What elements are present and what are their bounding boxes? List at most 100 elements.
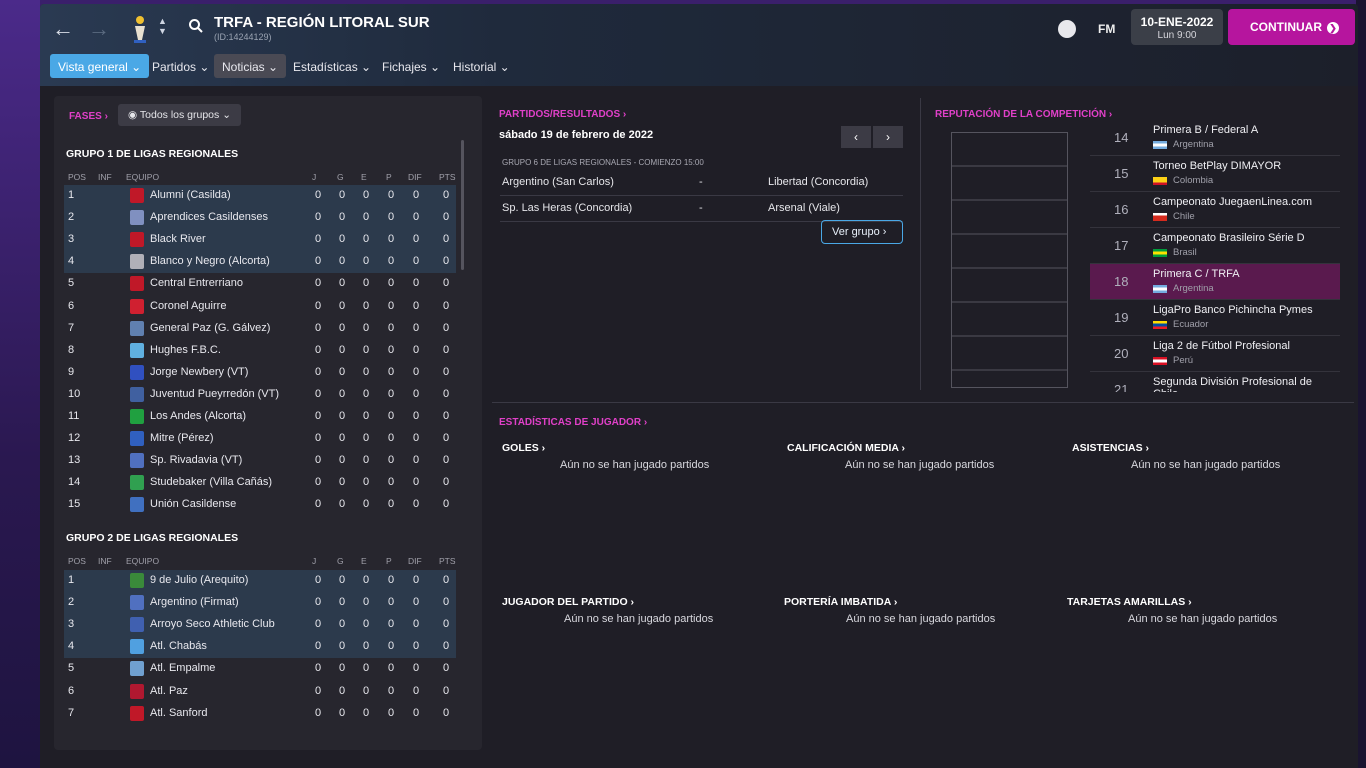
- column-header-e[interactable]: E: [361, 172, 367, 182]
- column-header-p[interactable]: P: [386, 556, 392, 566]
- team-name[interactable]: Central Entrerriano: [150, 277, 243, 289]
- team-name[interactable]: Coronel Aguirre: [150, 300, 226, 312]
- column-header-g[interactable]: G: [337, 556, 344, 566]
- competition-name[interactable]: Primera B / Federal A: [1153, 124, 1258, 136]
- tab-partidos[interactable]: Partidos ⌄: [144, 54, 217, 78]
- reputation-row[interactable]: 16 Campeonato JuegaenLinea.com Chile: [1090, 192, 1340, 228]
- column-header-pts[interactable]: PTS: [439, 556, 456, 566]
- team-name[interactable]: Aprendices Casildenses: [150, 211, 268, 223]
- prev-date-button[interactable]: ‹: [841, 126, 871, 148]
- table-row[interactable]: 4 Atl. Chabás 0 0 0 0 0 0: [64, 636, 456, 659]
- reputation-row[interactable]: 15 Torneo BetPlay DIMAYOR Colombia: [1090, 156, 1340, 192]
- stat-category-link[interactable]: TARJETAS AMARILLAS ›: [1067, 596, 1267, 608]
- tab-historial[interactable]: Historial ⌄: [445, 54, 518, 78]
- fases-link[interactable]: FASES ›: [69, 111, 108, 122]
- continue-button[interactable]: CONTINUAR ❯: [1228, 9, 1355, 45]
- fm-menu-button[interactable]: FM: [1098, 22, 1115, 36]
- tab-noticias[interactable]: Noticias ⌄: [214, 54, 287, 78]
- tab-estadisticas[interactable]: Estadísticas ⌄: [285, 54, 379, 78]
- team-name[interactable]: Hughes F.B.C.: [150, 344, 221, 356]
- column-header-dif[interactable]: DIF: [408, 172, 422, 182]
- column-header-pts[interactable]: PTS: [439, 172, 456, 182]
- tab-fichajes[interactable]: Fichajes ⌄: [374, 54, 448, 78]
- column-header-inf[interactable]: INF: [98, 172, 112, 182]
- column-header-e[interactable]: E: [361, 556, 367, 566]
- table-row[interactable]: 15 Unión Casildense 0 0 0 0 0 0: [64, 494, 456, 516]
- forward-icon[interactable]: →: [88, 16, 110, 42]
- competition-name[interactable]: Campeonato JuegaenLinea.com: [1153, 196, 1312, 208]
- competition-name[interactable]: Torneo BetPlay DIMAYOR: [1153, 160, 1281, 172]
- date-display[interactable]: 10-ENE-2022 Lun 9:00: [1131, 9, 1223, 45]
- table-row[interactable]: 3 Arroyo Seco Athletic Club 0 0 0 0 0 0: [64, 614, 456, 637]
- reputation-row[interactable]: 20 Liga 2 de Fútbol Profesional Perú: [1090, 336, 1340, 372]
- scrollbar[interactable]: [461, 140, 464, 270]
- home-team[interactable]: Argentino (San Carlos): [502, 176, 614, 188]
- team-name[interactable]: Alumni (Casilda): [150, 189, 231, 201]
- table-row[interactable]: 12 Mitre (Pérez) 0 0 0 0 0 0: [64, 428, 456, 450]
- table-row[interactable]: 5 Atl. Empalme 0 0 0 0 0 0: [64, 658, 456, 680]
- table-row[interactable]: 8 Hughes F.B.C. 0 0 0 0 0 0: [64, 340, 456, 362]
- match-row[interactable]: Argentino (San Carlos) - Libertad (Concord…: [500, 172, 903, 196]
- table-row[interactable]: 2 Aprendices Casildenses 0 0 0 0 0 0: [64, 207, 456, 230]
- team-name[interactable]: 9 de Julio (Arequito): [150, 574, 248, 586]
- table-row[interactable]: 11 Los Andes (Alcorta) 0 0 0 0 0 0: [64, 406, 456, 428]
- away-team[interactable]: Arsenal (Viale): [768, 202, 840, 214]
- column-header-dif[interactable]: DIF: [408, 556, 422, 566]
- column-header-p[interactable]: P: [386, 172, 392, 182]
- switch-competition-icon[interactable]: ▲ ▼: [158, 16, 167, 36]
- column-header-pos[interactable]: POS: [68, 556, 86, 566]
- column-header-team[interactable]: EQUIPO: [126, 172, 159, 182]
- home-team[interactable]: Sp. Las Heras (Concordia): [502, 202, 632, 214]
- match-row[interactable]: Sp. Las Heras (Concordia) - Arsenal (Viale…: [500, 198, 903, 222]
- team-name[interactable]: Studebaker (Villa Cañás): [150, 476, 272, 488]
- table-row[interactable]: 13 Sp. Rivadavia (VT) 0 0 0 0 0 0: [64, 450, 456, 472]
- table-row[interactable]: 2 Argentino (Firmat) 0 0 0 0 0 0: [64, 592, 456, 615]
- team-name[interactable]: Arroyo Seco Athletic Club: [150, 618, 275, 630]
- competition-name[interactable]: Campeonato Brasileiro Série D: [1153, 232, 1305, 244]
- table-row[interactable]: 7 Atl. Sanford 0 0 0 0 0 0: [64, 703, 456, 725]
- column-header-g[interactable]: G: [337, 172, 344, 182]
- column-header-team[interactable]: EQUIPO: [126, 556, 159, 566]
- reputation-row[interactable]: 21 Segunda División Profesional de Chile: [1090, 372, 1340, 392]
- table-row[interactable]: 9 Jorge Newbery (VT) 0 0 0 0 0 0: [64, 362, 456, 384]
- table-row[interactable]: 3 Black River 0 0 0 0 0 0: [64, 229, 456, 252]
- team-name[interactable]: Black River: [150, 233, 206, 245]
- table-row[interactable]: 4 Blanco y Negro (Alcorta) 0 0 0 0 0 0: [64, 251, 456, 274]
- back-icon[interactable]: ←: [52, 16, 74, 42]
- stat-category-link[interactable]: ASISTENCIAS ›: [1072, 442, 1272, 454]
- stat-category-link[interactable]: PORTERÍA IMBATIDA ›: [784, 596, 984, 608]
- next-date-button[interactable]: ›: [873, 126, 903, 148]
- competition-name[interactable]: Liga 2 de Fútbol Profesional: [1153, 340, 1290, 352]
- team-name[interactable]: Juventud Pueyrredón (VT): [150, 388, 279, 400]
- tab-vista-general[interactable]: Vista general ⌄: [50, 54, 150, 78]
- team-name[interactable]: Atl. Chabás: [150, 640, 207, 652]
- team-name[interactable]: Atl. Sanford: [150, 707, 207, 719]
- competition-name[interactable]: Segunda División Profesional de Chile: [1153, 376, 1340, 392]
- reputation-heading-link[interactable]: REPUTACIÓN DE LA COMPETICIÓN ›: [935, 109, 1135, 120]
- table-row[interactable]: 10 Juventud Pueyrredón (VT) 0 0 0 0 0 0: [64, 384, 456, 406]
- table-row[interactable]: 5 Central Entrerriano 0 0 0 0 0 0: [64, 273, 456, 295]
- reputation-row[interactable]: 18 Primera C / TRFA Argentina: [1090, 264, 1340, 300]
- team-name[interactable]: Argentino (Firmat): [150, 596, 239, 608]
- column-header-j[interactable]: J: [312, 172, 316, 182]
- team-name[interactable]: Unión Casildense: [150, 498, 236, 510]
- team-name[interactable]: Atl. Paz: [150, 685, 188, 697]
- reputation-row[interactable]: 19 LigaPro Banco Pichincha Pymes Ecuador: [1090, 300, 1340, 336]
- reputation-row[interactable]: 14 Primera B / Federal A Argentina: [1090, 120, 1340, 156]
- stat-category-link[interactable]: JUGADOR DEL PARTIDO ›: [502, 596, 702, 608]
- away-team[interactable]: Libertad (Concordia): [768, 176, 868, 188]
- stat-category-link[interactable]: CALIFICACIÓN MEDIA ›: [787, 442, 987, 454]
- player-stats-heading-link[interactable]: ESTADÍSTICAS DE JUGADOR ›: [499, 417, 699, 428]
- group-filter-dropdown[interactable]: ◉ Todos los grupos ⌄: [118, 104, 241, 126]
- stat-category-link[interactable]: GOLES ›: [502, 442, 702, 454]
- competition-name[interactable]: Primera C / TRFA: [1153, 268, 1240, 280]
- table-row[interactable]: 14 Studebaker (Villa Cañás) 0 0 0 0 0 0: [64, 472, 456, 494]
- competition-name[interactable]: LigaPro Banco Pichincha Pymes: [1153, 304, 1313, 316]
- column-header-j[interactable]: J: [312, 556, 316, 566]
- column-header-inf[interactable]: INF: [98, 556, 112, 566]
- reputation-row[interactable]: 17 Campeonato Brasileiro Série D Brasil: [1090, 228, 1340, 264]
- table-row[interactable]: 6 Atl. Paz 0 0 0 0 0 0: [64, 681, 456, 703]
- column-header-pos[interactable]: POS: [68, 172, 86, 182]
- table-row[interactable]: 1 9 de Julio (Arequito) 0 0 0 0 0 0: [64, 570, 456, 592]
- team-name[interactable]: Atl. Empalme: [150, 662, 215, 674]
